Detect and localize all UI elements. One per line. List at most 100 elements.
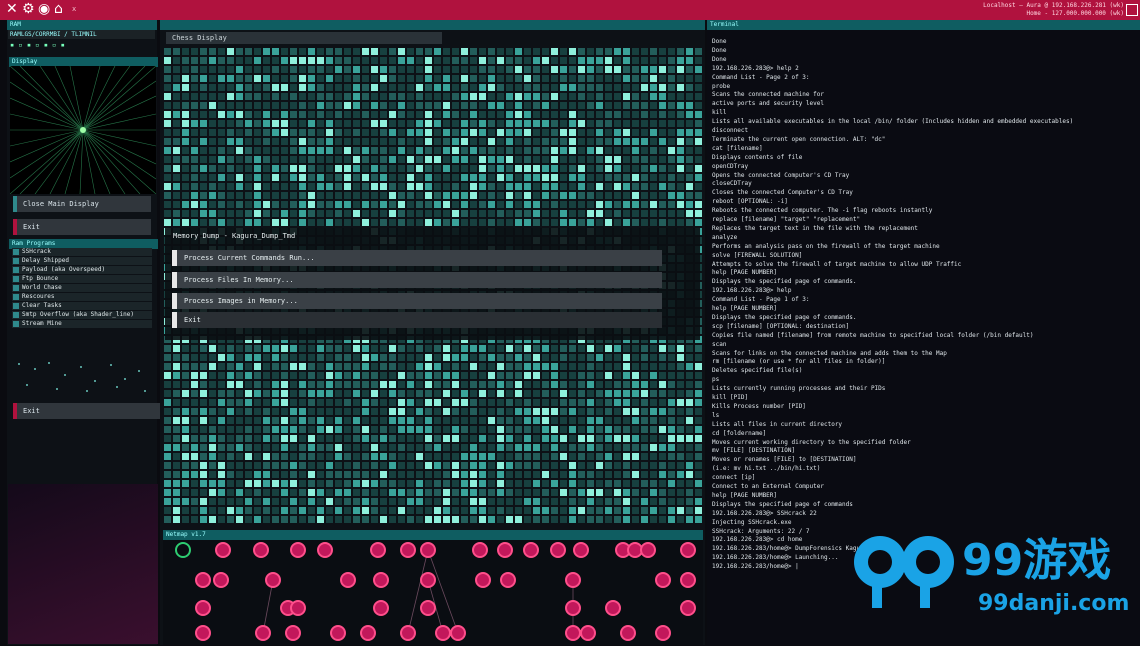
memory-cell: [596, 93, 603, 100]
memory-cell: [299, 57, 306, 64]
netmap-node[interactable]: [550, 542, 566, 558]
memory-cell: [470, 363, 477, 370]
memory-cell: [686, 381, 693, 388]
window-icon[interactable]: [1126, 4, 1138, 16]
netmap-node[interactable]: [500, 572, 516, 588]
netmap-node[interactable]: [565, 572, 581, 588]
netmap-node[interactable]: [373, 572, 389, 588]
netmap-node[interactable]: [475, 572, 491, 588]
netmap-node[interactable]: [420, 600, 436, 616]
program-item[interactable]: Rescoures: [12, 293, 152, 301]
memory-cell: [479, 201, 486, 208]
program-item[interactable]: Delay Shipped: [12, 257, 152, 265]
terminal-line: closeCDTray: [712, 180, 752, 188]
process-files-button[interactable]: Process Files In Memory...: [172, 272, 662, 288]
memory-cell: [470, 120, 477, 127]
program-item[interactable]: Stream Mine: [12, 320, 152, 328]
netmap-node[interactable]: [620, 625, 636, 641]
memory-cell: [272, 426, 279, 433]
memory-cell: [272, 462, 279, 469]
netmap-node[interactable]: [195, 572, 211, 588]
memory-cell: [281, 192, 288, 199]
memory-cell: [272, 390, 279, 397]
netmap-node[interactable]: [285, 625, 301, 641]
netmap-node[interactable]: [215, 542, 231, 558]
netmap-node[interactable]: [497, 542, 513, 558]
netmap-node[interactable]: [680, 542, 696, 558]
memory-cell: [443, 480, 450, 487]
netmap-node[interactable]: [373, 600, 389, 616]
memory-cell: [596, 174, 603, 181]
memory-cell: [551, 399, 558, 406]
netmap-node[interactable]: [565, 600, 581, 616]
netmap-node[interactable]: [435, 625, 451, 641]
program-item[interactable]: Payload (aka Overspeed): [12, 266, 152, 274]
netmap-node[interactable]: [627, 542, 643, 558]
memory-cell: [173, 147, 180, 154]
memory-cell: [668, 390, 675, 397]
netmap-node[interactable]: [580, 625, 596, 641]
home-icon[interactable]: ⌂: [54, 1, 63, 17]
memory-cell: [434, 345, 441, 352]
close-icon[interactable]: ✕: [6, 1, 18, 17]
netmap-node[interactable]: [213, 572, 229, 588]
memory-cell: [317, 390, 324, 397]
tab-chess-display[interactable]: Chess Display: [166, 32, 442, 44]
settings-icon[interactable]: ⚙: [22, 1, 35, 17]
netmap-node[interactable]: [573, 542, 589, 558]
netmap-node[interactable]: [290, 542, 306, 558]
process-commands-button[interactable]: Process Current Commands Run...: [172, 250, 662, 266]
process-images-button[interactable]: Process Images in Memory...: [172, 293, 662, 309]
program-item[interactable]: World Chase: [12, 284, 152, 292]
netmap-node[interactable]: [605, 600, 621, 616]
netmap-node[interactable]: [317, 542, 333, 558]
netmap-node[interactable]: [360, 625, 376, 641]
watermark-url: 99danji.com: [978, 591, 1129, 616]
memory-cell: [299, 48, 306, 55]
netmap-node[interactable]: [420, 542, 436, 558]
netmap-node[interactable]: [420, 572, 436, 588]
netmap-node[interactable]: [255, 625, 271, 641]
netmap-node[interactable]: [472, 542, 488, 558]
netmap-node[interactable]: [655, 625, 671, 641]
exit-button[interactable]: Exit: [13, 219, 151, 235]
sound-icon[interactable]: ◉: [38, 1, 50, 17]
dialog-exit-button[interactable]: Exit: [172, 312, 662, 328]
netmap-node[interactable]: [340, 572, 356, 588]
netmap-node[interactable]: [523, 542, 539, 558]
home-node[interactable]: [175, 542, 191, 558]
netmap-node[interactable]: [265, 572, 281, 588]
memory-cell: [236, 480, 243, 487]
netmap-node[interactable]: [330, 625, 346, 641]
netmap-node[interactable]: [680, 572, 696, 588]
close-main-display-button[interactable]: Close Main Display: [13, 196, 151, 212]
memory-cell: [209, 111, 216, 118]
netmap-node[interactable]: [370, 542, 386, 558]
program-item[interactable]: Clear Tasks: [12, 302, 152, 310]
memory-cell: [380, 147, 387, 154]
memory-cell: [596, 345, 603, 352]
memory-cell: [659, 174, 666, 181]
netmap-node[interactable]: [565, 625, 581, 641]
netmap-node[interactable]: [253, 542, 269, 558]
netmap-node[interactable]: [400, 542, 416, 558]
netmap-node[interactable]: [640, 542, 656, 558]
terminal-line: 192.168.226.283@> SSHcrack 22: [712, 509, 817, 517]
netmap-node[interactable]: [195, 600, 211, 616]
netmap-node[interactable]: [400, 625, 416, 641]
exit-button-2[interactable]: Exit: [13, 403, 161, 419]
netmap-node[interactable]: [655, 572, 671, 588]
memory-cell: [263, 111, 270, 118]
memory-cell: [659, 75, 666, 82]
memory-cell: [677, 381, 684, 388]
program-item[interactable]: Ftp Bounce: [12, 275, 152, 283]
terminal-line: Done: [712, 46, 727, 54]
program-item[interactable]: SSHcrack: [12, 248, 152, 256]
memory-cell: [173, 57, 180, 64]
netmap-node[interactable]: [195, 625, 211, 641]
netmap-node[interactable]: [680, 600, 696, 616]
netmap-node[interactable]: [290, 600, 306, 616]
memory-cell: [533, 102, 540, 109]
program-item[interactable]: Smtp Overflow (aka Shader_line): [12, 311, 152, 319]
netmap-node[interactable]: [450, 625, 466, 641]
